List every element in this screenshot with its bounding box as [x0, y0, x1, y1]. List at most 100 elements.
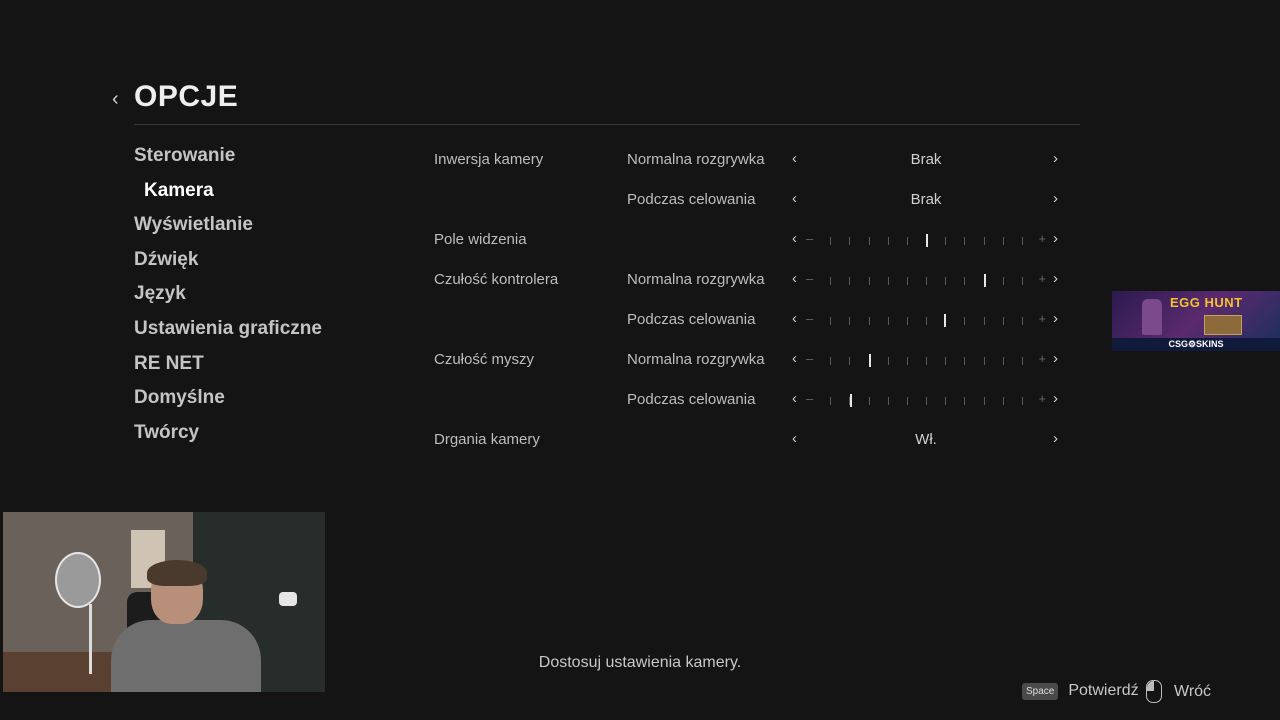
- slider-thumb[interactable]: [944, 314, 947, 327]
- controller-sensitivity-normal-slider[interactable]: – +: [806, 271, 1046, 291]
- prev-option-icon[interactable]: ‹: [792, 430, 797, 447]
- decrease-icon[interactable]: ‹: [792, 350, 797, 367]
- page-title: OPCJE: [134, 80, 239, 113]
- setting-row-camera-inversion-normal[interactable]: Inwersja kamery Normalna rozgrywka ‹ Bra…: [434, 150, 1074, 181]
- slider-minus-icon: –: [806, 231, 814, 246]
- controller-sensitivity-aiming-slider[interactable]: – +: [806, 311, 1046, 331]
- slider-tick: [887, 237, 889, 245]
- setting-sub-label: Podczas celowania: [627, 191, 756, 208]
- next-option-icon[interactable]: ›: [1053, 430, 1058, 447]
- slider-tick: [830, 317, 832, 325]
- setting-row-controller-sensitivity-normal[interactable]: Czułość kontrolera Normalna rozgrywka ‹ …: [434, 270, 1074, 301]
- slider-tick: [964, 317, 966, 325]
- slider-tick: [887, 357, 889, 365]
- increase-icon[interactable]: ›: [1053, 390, 1058, 407]
- slider-tick: [945, 237, 947, 245]
- slider-thumb[interactable]: [850, 394, 853, 407]
- setting-row-camera-shake[interactable]: Drgania kamery ‹ Wł. ›: [434, 430, 1074, 461]
- setting-sub-label: Normalna rozgrywka: [627, 271, 765, 288]
- setting-value: Brak: [910, 191, 942, 208]
- menu-item-ustawienia-graficzne[interactable]: Ustawienia graficzne: [134, 315, 322, 350]
- slider-tick: [849, 237, 851, 245]
- back-chevron-icon[interactable]: ‹: [112, 88, 119, 111]
- slider-thumb[interactable]: [926, 234, 928, 247]
- slider-tick: [1002, 357, 1004, 365]
- prev-option-icon[interactable]: ‹: [792, 150, 797, 167]
- next-option-icon[interactable]: ›: [1053, 190, 1058, 207]
- slider-tick: [964, 397, 966, 405]
- slider-tick: [868, 237, 870, 245]
- mouse-sensitivity-aiming-slider[interactable]: – +: [806, 391, 1046, 411]
- menu-item-sterowanie[interactable]: Sterowanie: [134, 142, 322, 177]
- setting-row-controller-sensitivity-aiming[interactable]: Podczas celowania ‹ – + ›: [434, 310, 1074, 341]
- ad-character-figure: [1142, 299, 1162, 335]
- confirm-label: Potwierdź: [1068, 682, 1139, 699]
- menu-item-re-net[interactable]: RE NET: [134, 350, 322, 385]
- ad-brand: CSG⚙SKINS: [1168, 339, 1224, 349]
- slider-plus-icon: +: [1038, 311, 1046, 326]
- slider-tick: [926, 397, 927, 405]
- setting-row-mouse-sensitivity-normal[interactable]: Czułość myszy Normalna rozgrywka ‹ – + ›: [434, 350, 1074, 381]
- slider-thumb[interactable]: [868, 354, 871, 367]
- menu-item-wyswietlanie[interactable]: Wyświetlanie: [134, 211, 322, 246]
- slider-tick: [945, 397, 947, 405]
- slider-tick: [983, 397, 985, 405]
- slider-plus-icon: +: [1038, 391, 1046, 406]
- menu-item-kamera[interactable]: Kamera: [134, 177, 322, 212]
- menu-item-domyslne[interactable]: Domyślne: [134, 384, 322, 419]
- slider-tick: [868, 277, 870, 285]
- setting-value: Wł.: [915, 431, 937, 448]
- slider-tick: [1021, 397, 1023, 405]
- decrease-icon[interactable]: ‹: [792, 270, 797, 287]
- setting-value: Brak: [910, 151, 942, 168]
- prev-option-icon[interactable]: ‹: [792, 190, 797, 207]
- setting-sub-label: Normalna rozgrywka: [627, 151, 765, 168]
- menu-item-jezyk[interactable]: Język: [134, 280, 322, 315]
- slider-tick: [964, 357, 966, 365]
- decrease-icon[interactable]: ‹: [792, 310, 797, 327]
- slider-plus-icon: +: [1038, 231, 1046, 246]
- setting-row-mouse-sensitivity-aiming[interactable]: Podczas celowania ‹ – + ›: [434, 390, 1074, 421]
- stream-overlay-ad: EGG HUNT CSG⚙SKINS: [1112, 291, 1280, 351]
- slider-tick: [926, 317, 927, 325]
- setting-row-camera-inversion-aiming[interactable]: Podczas celowania ‹ Brak ›: [434, 190, 1074, 221]
- setting-sub-label: Podczas celowania: [627, 391, 756, 408]
- slider-tick: [906, 317, 908, 325]
- next-option-icon[interactable]: ›: [1053, 150, 1058, 167]
- increase-icon[interactable]: ›: [1053, 270, 1058, 287]
- slider-tick: [926, 277, 927, 285]
- setting-row-field-of-view[interactable]: Pole widzenia ‹ – + ›: [434, 230, 1074, 261]
- back-hint[interactable]: Wróć: [1146, 680, 1211, 703]
- slider-tick: [906, 397, 908, 405]
- fov-slider[interactable]: – +: [806, 231, 1046, 251]
- increase-icon[interactable]: ›: [1053, 230, 1058, 247]
- setting-category-label: Czułość kontrolera: [434, 271, 559, 288]
- increase-icon[interactable]: ›: [1053, 350, 1058, 367]
- decrease-icon[interactable]: ‹: [792, 390, 797, 407]
- confirm-hint[interactable]: Space Potwierdź: [1022, 682, 1139, 700]
- slider-tick: [830, 357, 832, 365]
- setting-sub-label: Normalna rozgrywka: [627, 351, 765, 368]
- setting-category-label: Drgania kamery: [434, 431, 540, 448]
- slider-tick: [906, 277, 908, 285]
- slider-minus-icon: –: [806, 311, 814, 326]
- options-menu: Sterowanie Kamera Wyświetlanie Dźwięk Ję…: [134, 142, 322, 453]
- slider-tick: [868, 317, 870, 325]
- menu-item-tworcy[interactable]: Twórcy: [134, 419, 322, 454]
- slider-tick: [964, 237, 966, 245]
- slider-tick: [849, 317, 851, 325]
- slider-plus-icon: +: [1038, 271, 1046, 286]
- webcam-streamer: [91, 560, 261, 692]
- ad-crate-graphic: [1204, 315, 1242, 335]
- slider-tick: [983, 237, 985, 245]
- webcam-streamer-hair: [147, 560, 207, 586]
- slider-tick: [983, 357, 985, 365]
- menu-item-dzwiek[interactable]: Dźwięk: [134, 246, 322, 281]
- slider-tick: [983, 317, 985, 325]
- slider-tick: [887, 397, 889, 405]
- slider-thumb[interactable]: [983, 274, 986, 287]
- slider-tick: [1021, 317, 1023, 325]
- increase-icon[interactable]: ›: [1053, 310, 1058, 327]
- decrease-icon[interactable]: ‹: [792, 230, 797, 247]
- mouse-sensitivity-normal-slider[interactable]: – +: [806, 351, 1046, 371]
